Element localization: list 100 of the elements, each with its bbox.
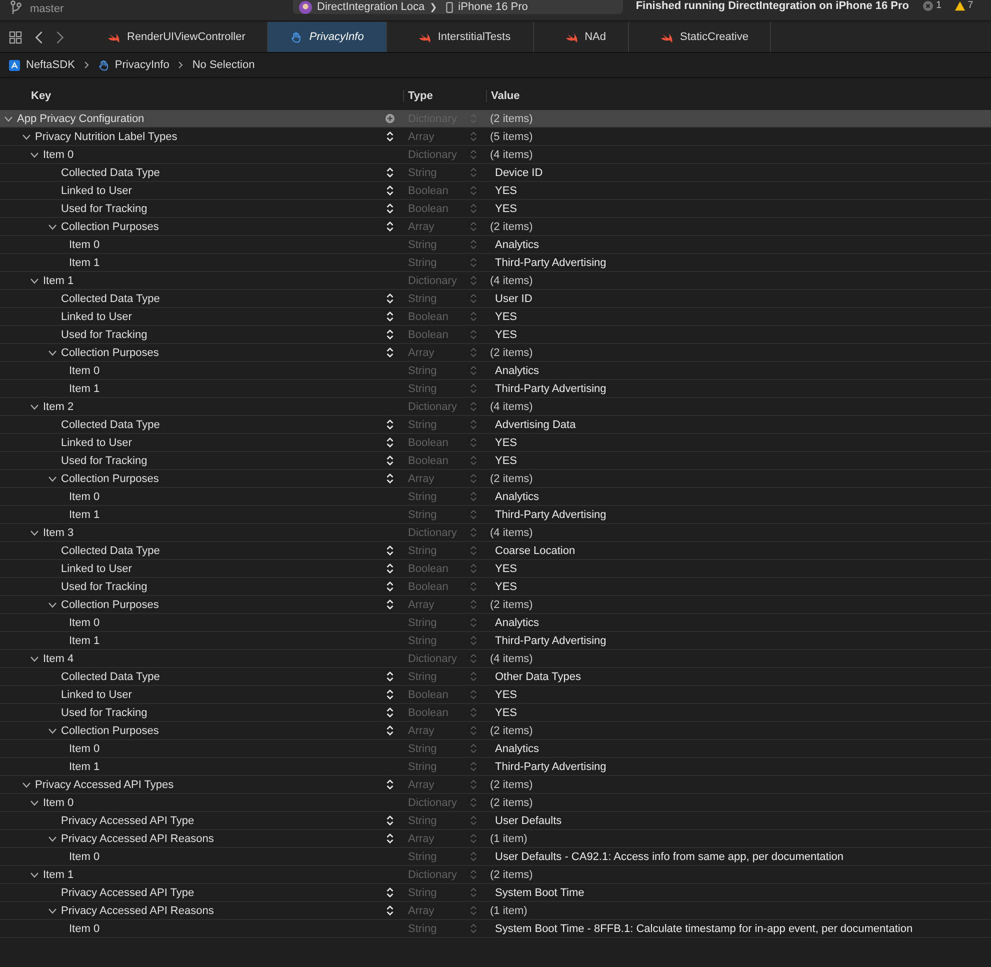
chevron-down-icon[interactable] [48,602,57,608]
type-text: Dictionary [408,868,458,880]
chevron-down-icon[interactable] [30,656,39,662]
value-text: Third-Party Advertising [494,256,606,268]
chevron-down-icon[interactable] [48,476,57,482]
key-text: Item 1 [69,382,100,394]
value-text: (5 items) [489,130,533,142]
value-text: Third-Party Advertising [494,634,606,646]
type-text: Boolean [408,202,450,214]
value-text: (2 items) [489,346,533,358]
chevron-down-icon[interactable] [30,278,39,284]
type-text: Boolean [408,688,450,700]
editor-tab[interactable]: StaticCreative [628,22,772,52]
chevron-down-icon[interactable] [30,872,39,878]
key-text: Linked to User [61,184,132,196]
value-text: User Defaults [494,814,562,826]
type-text: String [408,256,438,268]
chevron-down-icon[interactable] [48,908,57,914]
type-text: Array [408,724,436,736]
value-text: Advertising Data [494,418,576,430]
key-text: Item 0 [69,616,100,628]
value-text: Other Data Types [494,670,582,682]
type-text: String [408,382,438,394]
breadcrumb-item[interactable]: PrivacyInfo [114,59,170,71]
chevron-down-icon[interactable] [30,152,39,158]
key-text: Collected Data Type [61,418,160,430]
value-text: Analytics [494,616,540,628]
type-text: Array [408,472,436,484]
column-header[interactable]: Value [486,90,520,102]
value-text: (1 item) [489,904,528,916]
chevron-down-icon[interactable] [48,836,57,842]
type-text: Dictionary [408,400,458,412]
back-icon[interactable] [35,30,43,44]
value-text: (2 items) [489,796,533,808]
hand-icon [98,60,109,70]
type-text: Dictionary [408,148,458,160]
key-text: Item 1 [43,868,74,880]
type-text: String [408,742,438,754]
key-text: Collection Purposes [61,724,159,736]
key-text: Collection Purposes [61,598,159,610]
type-text: Dictionary [408,652,458,664]
value-text: (1 item) [489,832,528,844]
type-text: Dictionary [408,274,458,286]
key-text: Linked to User [61,436,132,448]
chevron-down-icon[interactable] [30,800,39,806]
chevron-down-icon[interactable] [30,530,39,536]
editor-tab[interactable]: InterstitialTests [386,22,534,52]
hand-icon [290,32,302,42]
key-text: Item 0 [69,850,100,862]
type-text: Dictionary [408,796,458,808]
scheme-name[interactable]: DirectIntegration Loca [317,0,425,14]
grid-icon[interactable] [9,30,22,44]
key-text: Collection Purposes [61,472,159,484]
error-count[interactable]: 1 [936,0,942,12]
key-text: Privacy Accessed API Reasons [61,832,214,844]
value-text: System Boot Time - 8FFB.1: Calculate timestamp for in-app event, per documentation [494,922,913,934]
type-text: Array [408,220,436,232]
column-header[interactable]: Type [403,90,486,102]
value-text: (2 items) [489,598,533,610]
branch-icon [10,0,22,14]
value-text: (4 items) [489,526,533,538]
editor-tab[interactable]: NAd [534,22,629,52]
key-text: Collected Data Type [61,544,160,556]
add-icon[interactable] [385,113,395,124]
value-text: Analytics [494,742,540,754]
type-text: String [408,544,438,556]
value-text: (2 items) [489,868,533,880]
editor-tab[interactable]: PrivacyInfo [268,22,387,52]
forward-icon[interactable] [56,30,64,44]
value-text: (2 items) [489,112,533,124]
value-text: YES [494,328,518,340]
chevron-down-icon[interactable] [4,116,13,122]
chevron-down-icon[interactable] [48,728,57,734]
chevron-down-icon[interactable] [22,782,31,788]
value-text: Third-Party Advertising [494,508,606,520]
device-name[interactable]: iPhone 16 Pro [458,0,528,14]
value-text: (2 items) [489,778,533,790]
value-text: YES [494,454,518,466]
warning-icon [954,1,965,11]
key-text: Item 2 [43,400,74,412]
value-text: YES [494,202,518,214]
chevron-down-icon[interactable] [48,224,57,230]
key-text: Item 0 [69,922,100,934]
type-text: Array [408,130,436,142]
breadcrumb-item[interactable]: NeftaSDK [26,59,75,71]
type-text: String [408,238,438,250]
key-text: Used for Tracking [61,706,148,718]
key-text: Item 1 [69,634,100,646]
chevron-down-icon[interactable] [22,134,31,140]
column-header[interactable]: Key [0,90,403,102]
key-text: Collection Purposes [61,220,159,232]
key-text: Collected Data Type [61,166,160,178]
warning-count[interactable]: 7 [968,0,974,12]
status-message: Finished running DirectIntegration on iPhone 16 Pro [634,0,909,13]
type-text: Boolean [408,580,450,592]
type-text: Array [408,904,436,916]
chevron-down-icon[interactable] [30,404,39,410]
key-text: Collected Data Type [61,670,160,682]
chevron-down-icon[interactable] [48,350,57,356]
key-text: Linked to User [61,562,132,574]
